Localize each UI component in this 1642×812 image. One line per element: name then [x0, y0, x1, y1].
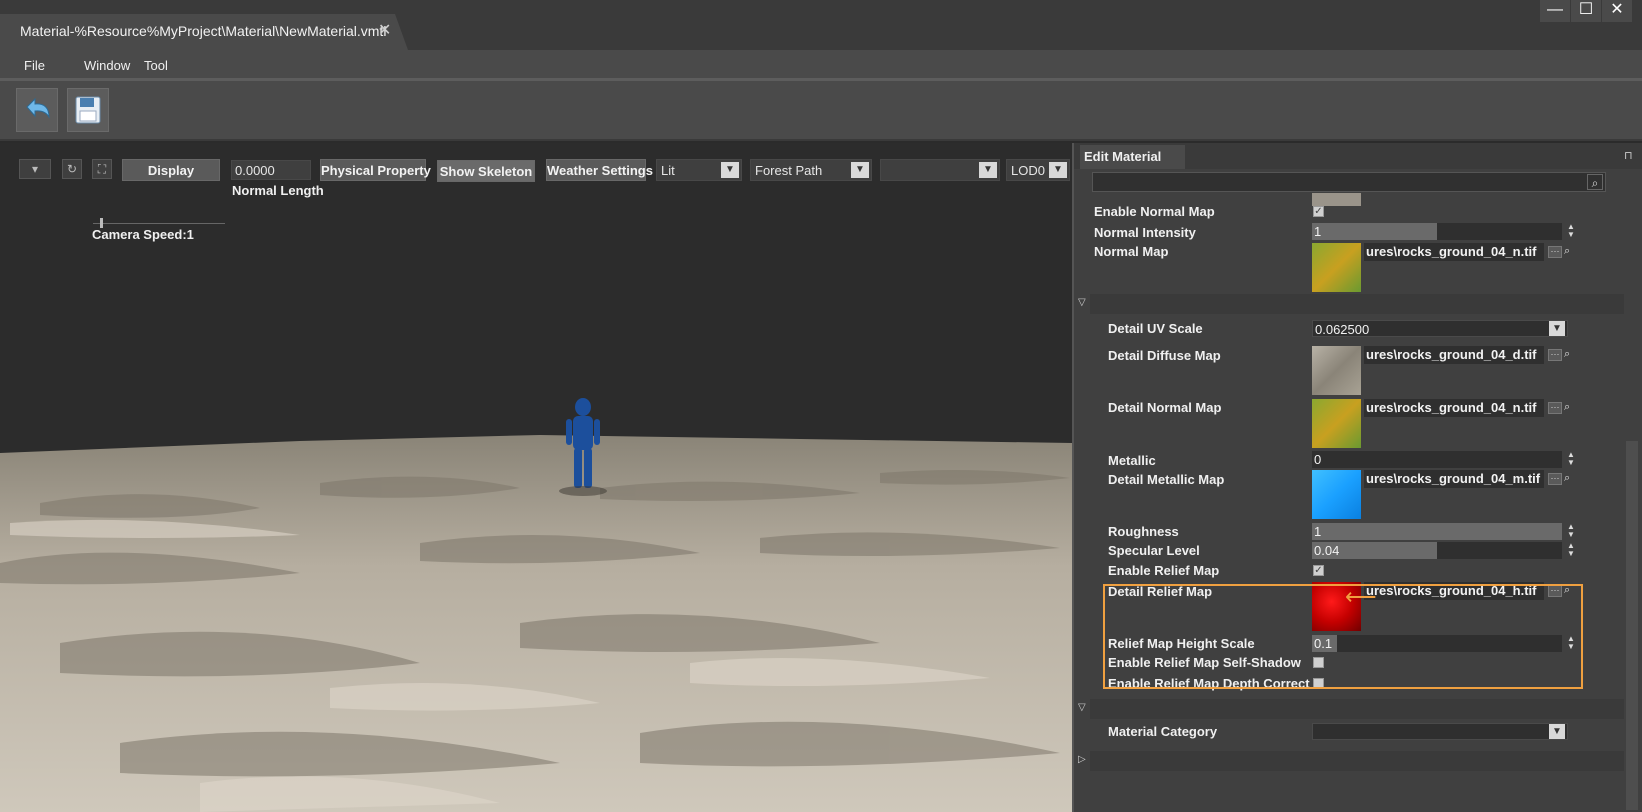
specular-level-slider[interactable]: 0.04 — [1312, 542, 1562, 559]
lod-select[interactable]: LOD0 ▼ — [1006, 159, 1070, 181]
physical-property-button[interactable]: Physical Property — [320, 159, 431, 181]
minimize-button[interactable]: — — [1540, 0, 1570, 22]
undo-icon — [26, 97, 50, 119]
metallic-slider[interactable]: 0 — [1312, 451, 1562, 468]
roughness-label: Roughness — [1108, 524, 1179, 539]
roughness-slider[interactable]: 1 — [1312, 523, 1562, 540]
chevron-down-icon: ▼ — [1549, 724, 1565, 739]
detail-diffuse-label: Detail Diffuse Map — [1108, 348, 1221, 363]
maximize-button[interactable]: ☐ — [1571, 0, 1601, 22]
normal-map-path-input[interactable]: ures\rocks_ground_04_n.tif — [1364, 243, 1544, 261]
normal-map-label: Normal Map — [1094, 244, 1169, 259]
detail-diffuse-thumbnail[interactable] — [1312, 346, 1361, 395]
enable-relief-map-label: Enable Relief Map — [1108, 563, 1220, 578]
camera-speed-slider[interactable] — [93, 223, 225, 224]
show-skeleton-button[interactable]: Show Skeleton — [437, 160, 535, 182]
category-section-header[interactable]: ▽ — [1078, 699, 1624, 719]
detail-normal-path-input[interactable]: ures\rocks_ground_04_n.tif — [1364, 399, 1544, 417]
pin-icon[interactable]: ⊓ — [1624, 149, 1638, 163]
collapsed-section-header[interactable]: ▷ — [1078, 751, 1624, 771]
panel-header: Edit Material ⊓ — [1074, 143, 1642, 169]
lighting-mode-select[interactable]: Lit ▼ — [656, 159, 742, 181]
browse-icon[interactable]: ··· — [1548, 349, 1562, 361]
toolbar — [0, 81, 1642, 141]
collapse-triangle-icon[interactable]: ▽ — [1078, 297, 1086, 308]
blank-select[interactable]: ▼ — [880, 159, 1000, 181]
panel-scrollbar[interactable] — [1626, 441, 1638, 810]
document-tab[interactable]: Material-%Resource%MyProject\Material\Ne… — [0, 14, 408, 50]
browse-icon[interactable]: ··· — [1548, 402, 1562, 414]
chevron-down-icon: ▼ — [1049, 162, 1067, 178]
search-icon[interactable]: ⌕ — [1587, 174, 1603, 190]
normal-length-input[interactable]: 0.0000 — [231, 160, 311, 180]
refresh-icon[interactable]: ↻ — [62, 159, 82, 179]
normal-map-thumbnail[interactable] — [1312, 243, 1361, 292]
expand-triangle-icon[interactable]: ▷ — [1078, 754, 1086, 765]
material-category-label: Material Category — [1108, 724, 1218, 739]
enable-normal-map-label: Enable Normal Map — [1094, 204, 1215, 219]
locate-icon[interactable]: ⌕ — [1564, 472, 1576, 484]
locate-icon[interactable]: ⌕ — [1564, 348, 1576, 360]
menu-file[interactable]: File — [24, 58, 45, 73]
locate-icon[interactable]: ⌕ — [1564, 245, 1576, 257]
normal-length-label: Normal Length — [232, 183, 324, 198]
browse-icon[interactable]: ··· — [1548, 246, 1562, 258]
title-bar: Material-%Resource%MyProject\Material\Ne… — [0, 0, 1642, 50]
browse-icon[interactable]: ··· — [1548, 473, 1562, 485]
property-search-input[interactable]: ⌕ — [1092, 172, 1606, 192]
lighting-mode-value: Lit — [661, 163, 675, 178]
close-tab-icon[interactable]: ✕ — [378, 20, 391, 40]
detail-uv-scale-select[interactable]: 0.062500 ▼ — [1312, 320, 1568, 337]
detail-normal-thumbnail[interactable] — [1312, 399, 1361, 448]
spin-arrows-icon[interactable]: ▲ ▼ — [1567, 523, 1575, 539]
menu-bar: File Window Tool — [0, 50, 1642, 78]
relief-map-highlight-box — [1103, 584, 1583, 689]
edit-material-panel: Edit Material ⊓ ⌕ Enable Normal Map ✓ No… — [1072, 143, 1642, 812]
spin-arrows-icon[interactable]: ▲ ▼ — [1567, 223, 1575, 239]
detail-normal-label: Detail Normal Map — [1108, 400, 1222, 415]
collapse-triangle-icon[interactable]: ▽ — [1078, 702, 1086, 713]
pointer-arrow-icon: ⟵ — [1345, 584, 1377, 609]
chevron-down-icon: ▼ — [851, 162, 869, 178]
spin-arrows-icon[interactable]: ▲ ▼ — [1567, 451, 1575, 467]
panel-tab[interactable]: Edit Material — [1080, 145, 1185, 169]
menu-window[interactable]: Window — [84, 58, 130, 73]
normal-intensity-slider[interactable]: 1 — [1312, 223, 1562, 240]
chevron-down-icon: ▼ — [721, 162, 739, 178]
menu-tool[interactable]: Tool — [144, 58, 168, 73]
camera-speed-label: Camera Speed:1 — [92, 227, 194, 242]
enable-normal-map-checkbox[interactable]: ✓ — [1313, 206, 1324, 217]
close-window-button[interactable]: ✕ — [1602, 0, 1632, 22]
save-icon — [75, 96, 101, 124]
lod-value: LOD0 — [1011, 163, 1045, 178]
environment-select[interactable]: Forest Path ▼ — [750, 159, 872, 181]
scene-viewport[interactable]: ▾ ↻ ⛶ Display 0.0000 Normal Length Physi… — [0, 143, 1072, 812]
locate-icon[interactable]: ⌕ — [1564, 401, 1576, 413]
detail-metallic-thumbnail[interactable] — [1312, 470, 1361, 519]
spin-arrows-icon[interactable]: ▲ ▼ — [1567, 542, 1575, 558]
display-button[interactable]: Display — [122, 159, 220, 181]
view-menu-icon[interactable]: ▾ — [19, 159, 51, 179]
detail-metallic-path-input[interactable]: ures\rocks_ground_04_m.tif — [1364, 470, 1544, 488]
chevron-down-icon: ▼ — [1549, 321, 1565, 336]
save-button[interactable] — [67, 88, 109, 132]
chevron-down-icon: ▼ — [979, 162, 997, 178]
weather-settings-button[interactable]: Weather Settings — [546, 159, 653, 181]
undo-button[interactable] — [16, 88, 58, 132]
tab-title: Material-%Resource%MyProject\Material\Ne… — [20, 23, 387, 39]
detail-uv-scale-value: 0.062500 — [1315, 322, 1370, 337]
enable-relief-map-checkbox[interactable]: ✓ — [1313, 565, 1324, 576]
fit-view-icon[interactable]: ⛶ — [92, 159, 112, 179]
rocky-ground-scene — [0, 143, 1072, 812]
detail-section-header[interactable]: ▽ — [1078, 294, 1624, 314]
environment-value: Forest Path — [755, 163, 823, 178]
detail-metallic-label: Detail Metallic Map — [1108, 472, 1225, 487]
detail-uv-scale-label: Detail UV Scale — [1108, 321, 1203, 336]
diffuse-thumbnail[interactable] — [1312, 193, 1361, 206]
normal-intensity-label: Normal Intensity — [1094, 225, 1196, 240]
specular-level-label: Specular Level — [1108, 543, 1200, 558]
detail-diffuse-path-input[interactable]: ures\rocks_ground_04_d.tif — [1364, 346, 1544, 364]
metallic-label: Metallic — [1108, 453, 1156, 468]
material-category-select[interactable]: ▼ — [1312, 723, 1568, 740]
